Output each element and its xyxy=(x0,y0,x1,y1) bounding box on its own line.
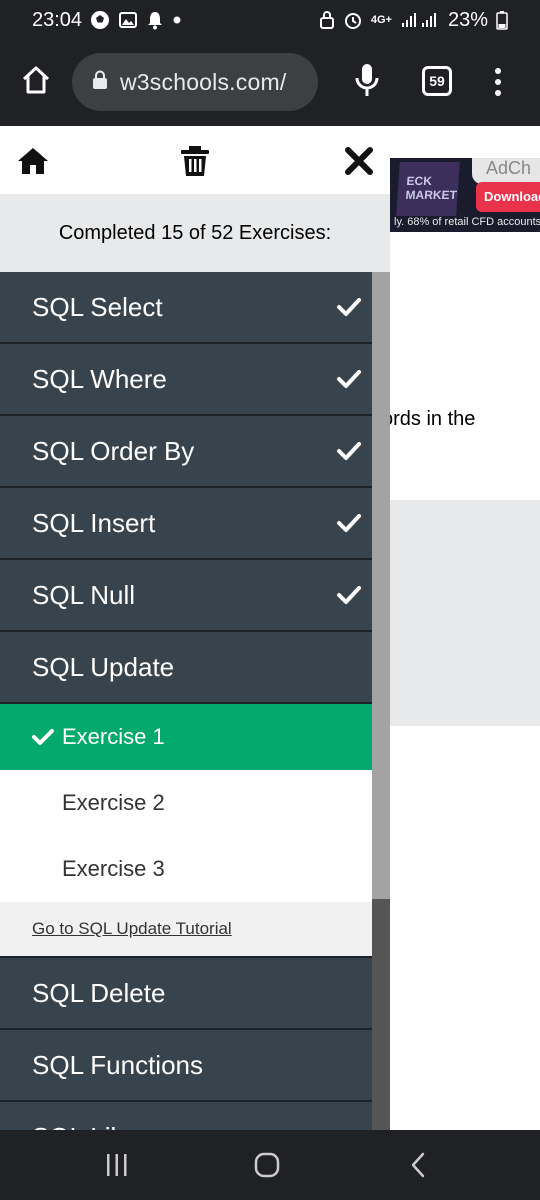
back-icon[interactable] xyxy=(404,1150,434,1180)
image-icon xyxy=(118,10,138,30)
section-label: SQL Where xyxy=(32,363,167,394)
ad-download-button[interactable]: Download xyxy=(476,182,540,212)
section-sql-null[interactable]: SQL Null xyxy=(0,560,372,632)
exercise-item-1[interactable]: Exercise 1 xyxy=(0,704,372,770)
address-bar[interactable]: w3schools.com/ xyxy=(72,53,318,111)
section-sql-like[interactable]: SQL Like xyxy=(0,1102,372,1131)
battery-icon xyxy=(496,10,508,30)
section-sql-select[interactable]: SQL Select xyxy=(0,272,372,344)
more-vert-icon[interactable] xyxy=(488,66,508,98)
home-icon[interactable] xyxy=(16,144,50,178)
tutorial-link[interactable]: Go to SQL Update Tutorial xyxy=(0,902,372,958)
scrollbar-thumb[interactable] xyxy=(372,272,390,899)
checkmark-icon xyxy=(337,586,361,604)
battery-percent: 23% xyxy=(447,8,488,31)
alarm-icon xyxy=(343,10,363,30)
lock-icon xyxy=(319,10,335,30)
section-sql-update[interactable]: SQL Update xyxy=(0,632,372,704)
exercise-list: SQL Select SQL Where SQL Order By SQL In… xyxy=(0,272,372,1130)
soccer-ball-icon xyxy=(90,10,110,30)
section-label: SQL Like xyxy=(32,1122,138,1131)
checkmark-icon xyxy=(337,514,361,532)
close-icon[interactable] xyxy=(342,144,376,178)
checkmark-icon xyxy=(337,442,361,460)
trash-icon[interactable] xyxy=(178,144,212,178)
home-icon[interactable] xyxy=(20,64,52,96)
notification-bell-icon xyxy=(146,10,164,30)
ad-disclaimer: ly. 68% of retail CFD accounts l xyxy=(394,216,540,228)
ad-top-text: AdCh xyxy=(472,158,540,184)
section-sql-functions[interactable]: SQL Functions xyxy=(0,1030,372,1102)
android-nav-bar xyxy=(0,1130,540,1200)
progress-text: Completed 15 of 52 Exercises: xyxy=(0,194,390,272)
section-label: SQL Delete xyxy=(32,977,166,1008)
network-type: 4G+ xyxy=(370,14,392,26)
section-sql-order-by[interactable]: SQL Order By xyxy=(0,416,372,488)
ad-art: ECK MARKET xyxy=(396,162,460,216)
mic-icon[interactable] xyxy=(352,60,382,100)
section-label: SQL Insert xyxy=(32,507,156,538)
status-bar: 23:04 4G+ 23% xyxy=(0,0,540,40)
browser-toolbar: w3schools.com/ 59 xyxy=(0,40,540,126)
scrollbar-track[interactable] xyxy=(372,272,390,1130)
signal-icon xyxy=(400,11,440,29)
exercise-label: Exercise 3 xyxy=(62,856,165,881)
tabs-icon[interactable]: 59 xyxy=(422,66,452,96)
section-sql-delete[interactable]: SQL Delete xyxy=(0,958,372,1030)
exercise-item-2[interactable]: Exercise 2 xyxy=(0,770,372,836)
status-left: 23:04 xyxy=(32,9,182,32)
section-label: SQL Order By xyxy=(32,435,195,466)
screen: 23:04 4G+ 23% w3schools.com/ 59 ECK MARK… xyxy=(0,0,540,1200)
exercise-label: Exercise 1 xyxy=(62,724,165,749)
exercise-item-3[interactable]: Exercise 3 xyxy=(0,836,372,902)
section-sql-insert[interactable]: SQL Insert xyxy=(0,488,372,560)
home-circle-icon[interactable] xyxy=(252,1150,282,1180)
lock-icon xyxy=(92,70,108,95)
section-label: SQL Null xyxy=(32,579,136,610)
url-text: w3schools.com/ xyxy=(120,68,287,95)
dot-icon xyxy=(172,15,182,25)
checkmark-icon xyxy=(32,729,54,745)
ad-banner[interactable]: ECK MARKET AdCh Download ly. 68% of reta… xyxy=(390,158,540,232)
section-label: SQL Functions xyxy=(32,1049,204,1080)
checkmark-icon xyxy=(337,370,361,388)
ad-art-text: ECK MARKET xyxy=(405,174,458,202)
section-sql-where[interactable]: SQL Where xyxy=(0,344,372,416)
exercise-label: Exercise 2 xyxy=(62,790,165,815)
section-label: SQL Update xyxy=(32,651,175,682)
status-time: 23:04 xyxy=(32,8,83,31)
tutorial-link-text: Go to SQL Update Tutorial xyxy=(32,919,232,938)
section-label: SQL Select xyxy=(32,291,163,322)
recent-apps-icon[interactable] xyxy=(102,1150,132,1180)
exercise-panel: Completed 15 of 52 Exercises: SQL Select… xyxy=(0,126,390,1130)
panel-toolbar xyxy=(0,126,390,194)
checkmark-icon xyxy=(337,298,361,316)
status-right: 4G+ 23% xyxy=(319,9,508,32)
page-text-fragment: ords in the xyxy=(382,408,476,430)
code-box xyxy=(390,500,540,726)
